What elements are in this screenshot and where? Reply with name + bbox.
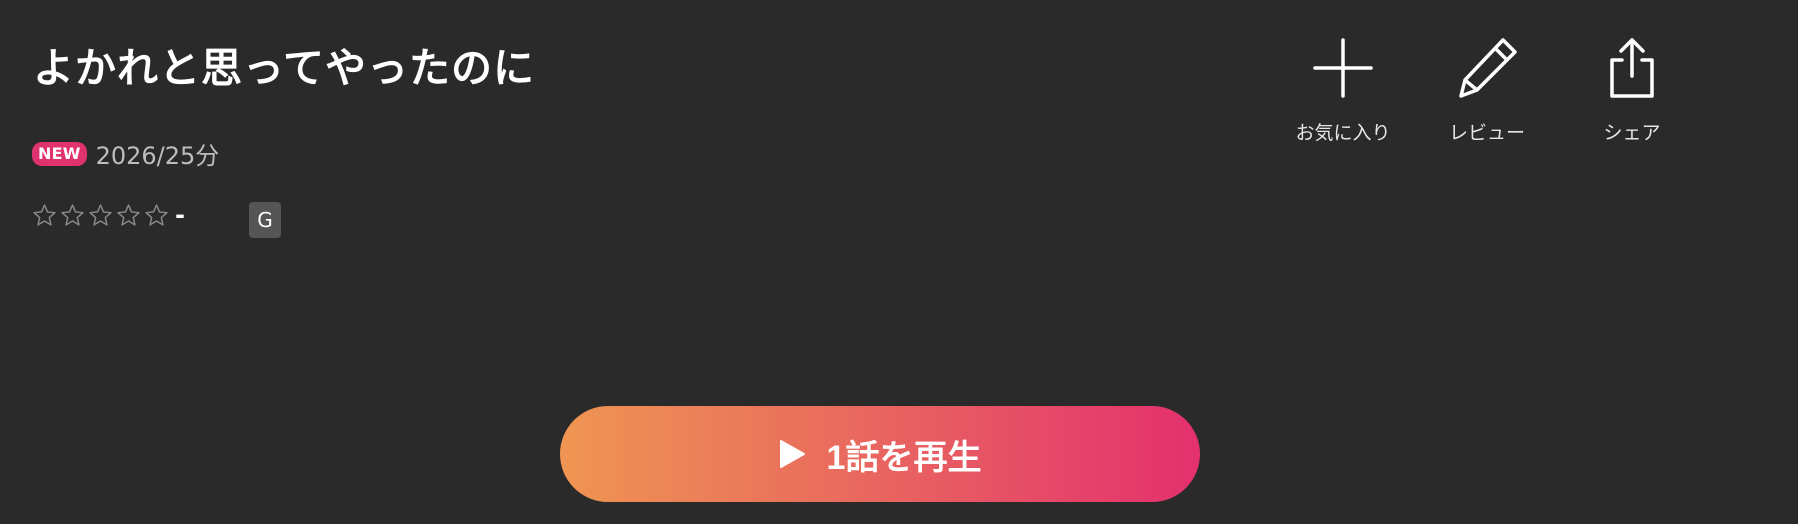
page-title: よかれと思ってやったのに <box>33 44 535 92</box>
new-badge: NEW <box>32 141 87 166</box>
title-detail-page: よかれと思ってやったのに NEW 2026/25分 - G お気に入り レビュー <box>0 0 1798 524</box>
pencil-icon <box>1459 38 1517 98</box>
star-empty-icon <box>61 203 84 226</box>
age-rating-badge: G <box>249 202 281 238</box>
star-empty-icon <box>33 203 56 226</box>
star-empty-icon <box>145 203 168 226</box>
share-icon <box>1610 38 1654 98</box>
rating: - <box>32 201 185 229</box>
star-rating <box>32 203 169 228</box>
share-button[interactable]: シェア <box>1567 36 1697 145</box>
star-empty-icon <box>117 203 140 226</box>
play-icon <box>779 440 805 468</box>
review-label: レビュー <box>1448 122 1525 144</box>
plus-icon <box>1313 38 1373 98</box>
favorite-button[interactable]: お気に入り <box>1278 36 1408 145</box>
star-empty-icon <box>89 203 112 226</box>
favorite-label: お気に入り <box>1295 122 1391 144</box>
review-button[interactable]: レビュー <box>1422 36 1552 145</box>
meta-row: NEW 2026/25分 <box>32 136 219 171</box>
play-button-label: 1話を再生 <box>826 438 982 477</box>
play-episode-button[interactable]: 1話を再生 <box>560 406 1200 502</box>
share-label: シェア <box>1603 122 1661 144</box>
year-duration: 2026/25分 <box>95 142 220 170</box>
rating-value: - <box>175 201 185 229</box>
